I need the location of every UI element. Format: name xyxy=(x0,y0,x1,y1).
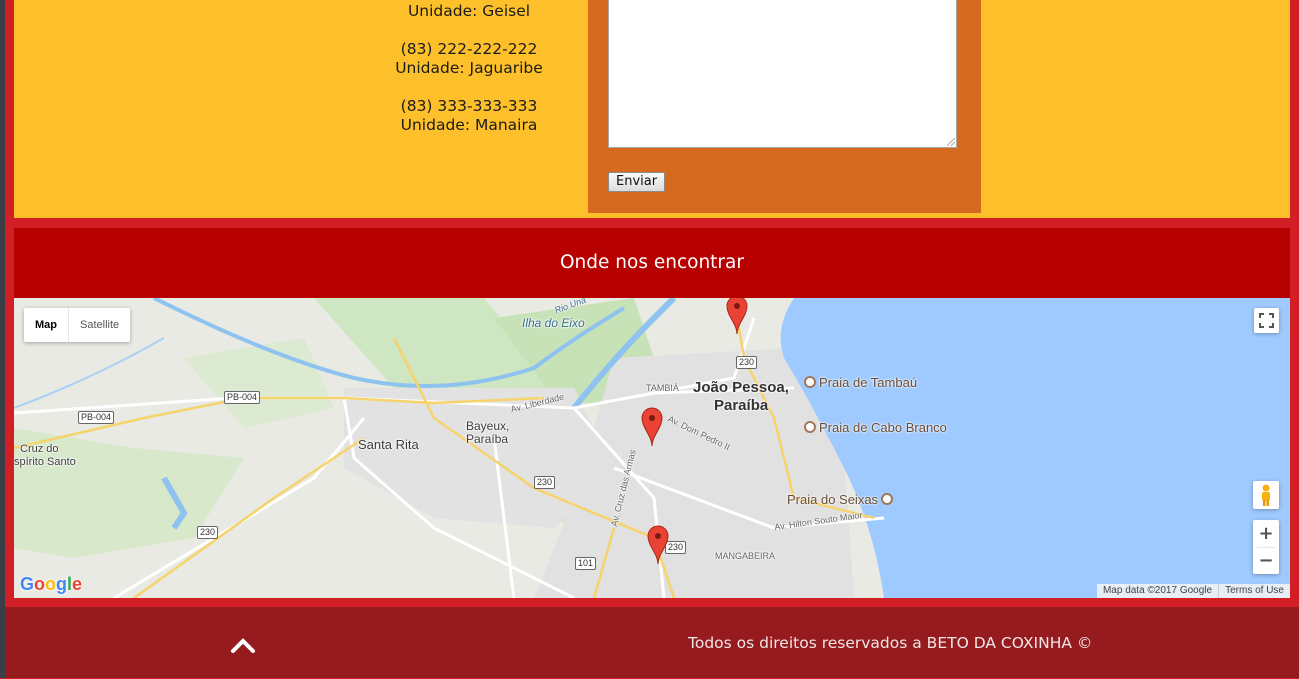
unit-geisel: Unidade: Geisel xyxy=(407,2,531,20)
send-button[interactable]: Enviar xyxy=(608,172,666,192)
location-marker-icon[interactable] xyxy=(646,524,670,564)
zoom-in-button[interactable]: + xyxy=(1253,520,1279,547)
fullscreen-icon xyxy=(1259,313,1274,328)
label-joao-pessoa: João Pessoa, xyxy=(693,379,789,396)
route-shield-pb004-west: PB-004 xyxy=(78,411,115,424)
phone-jaguaribe: (83) 222-222-222 xyxy=(400,40,538,58)
scroll-to-top-icon[interactable] xyxy=(231,637,255,653)
map-type-control: Map Satellite xyxy=(24,308,131,342)
phone-manaira: (83) 333-333-333 xyxy=(400,97,538,115)
poi-praia-seixas[interactable]: Praia do Seixas xyxy=(787,492,894,507)
poi-praia-tambau[interactable]: Praia de Tambaú xyxy=(804,375,917,390)
poi-praia-cabo-branco[interactable]: Praia de Cabo Branco xyxy=(804,420,947,435)
poi-cabo-branco-label: Praia de Cabo Branco xyxy=(819,420,947,435)
unit-jaguaribe: Unidade: Jaguaribe xyxy=(395,59,543,77)
message-textarea[interactable] xyxy=(608,0,957,148)
map-embed[interactable]: Ilha do Eixo Rio Una TAMBIÁ João Pessoa,… xyxy=(14,298,1290,598)
find-us-title: Onde nos encontrar xyxy=(14,228,1290,298)
map-data-text: Map data ©2017 Google xyxy=(1102,585,1213,596)
label-tambia: TAMBIÁ xyxy=(646,383,679,393)
location-marker-icon[interactable] xyxy=(640,406,664,446)
map-type-map-button[interactable]: Map xyxy=(24,308,68,342)
copyright-text: Todos os direitos reservados a BETO DA C… xyxy=(688,634,1093,652)
google-logo[interactable]: Google xyxy=(20,574,82,595)
contact-list: Unidade: Geisel (83) 222-222-222 Unidade… xyxy=(374,0,564,135)
contact-section: Unidade: Geisel (83) 222-222-222 Unidade… xyxy=(14,0,1290,218)
map-type-satellite-button[interactable]: Satellite xyxy=(68,308,130,342)
label-bayeux: Bayeux, xyxy=(466,419,510,433)
contact-form: Enviar xyxy=(588,0,981,213)
location-marker-icon[interactable] xyxy=(725,298,749,334)
footer: Todos os direitos reservados a BETO DA C… xyxy=(5,607,1299,678)
street-view-button[interactable] xyxy=(1253,481,1279,509)
route-shield-230-west: 230 xyxy=(197,526,219,539)
route-shield-230-north: 230 xyxy=(736,356,758,369)
label-ilha-do-eixo: Ilha do Eixo xyxy=(522,316,585,330)
label-paraiba-state: Paraíba xyxy=(714,397,769,414)
label-mangabeira: MANGABEIRA xyxy=(715,551,776,561)
label-espirito-santo: spírito Santo xyxy=(14,456,76,468)
terms-of-use-link[interactable]: Terms of Use xyxy=(1218,584,1290,598)
label-cruz-do: Cruz do xyxy=(20,443,59,455)
zoom-control: + − xyxy=(1253,520,1279,574)
route-shield-pb004: PB-004 xyxy=(224,391,261,404)
route-shield-101: 101 xyxy=(575,557,597,570)
unit-manaira: Unidade: Manaira xyxy=(400,116,538,134)
zoom-out-button[interactable]: − xyxy=(1253,547,1279,574)
fullscreen-button[interactable] xyxy=(1254,308,1279,333)
map-attribution: Map data ©2017 Google Terms of Use xyxy=(1096,584,1290,598)
label-santa-rita: Santa Rita xyxy=(358,437,419,452)
window-left-edge xyxy=(0,0,5,678)
label-bayeux-paraiba: Paraíba xyxy=(466,432,509,446)
route-shield-230-center: 230 xyxy=(534,476,556,489)
resize-handle-icon[interactable] xyxy=(947,138,955,146)
pegman-icon xyxy=(1262,484,1270,506)
poi-seixas-label: Praia do Seixas xyxy=(787,492,879,507)
poi-praia-tambau-label: Praia de Tambaú xyxy=(819,375,918,390)
